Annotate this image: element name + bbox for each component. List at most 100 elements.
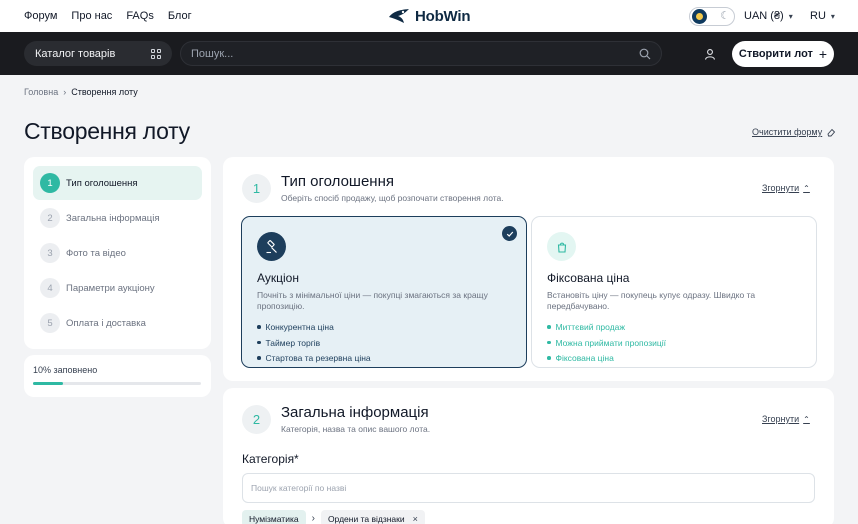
logo-text: HobWin (415, 7, 471, 25)
step-item-payment-delivery[interactable]: 5 Оплата і доставка (33, 306, 202, 340)
collapse-button[interactable]: Згорнути ⌃ (762, 183, 810, 193)
check-icon (502, 226, 517, 241)
category-chip-numismatics[interactable]: Нумізматика (242, 510, 306, 524)
section-number: 1 (242, 174, 271, 203)
listing-type-section: 1 Тип оголошення Оберіть спосіб продажу,… (223, 157, 834, 381)
chip-label: Ордени та відзнаки (327, 513, 405, 524)
feature-text: Миттєвий продаж (555, 322, 626, 333)
gavel-icon (257, 232, 286, 261)
section-title: Тип оголошення (281, 173, 394, 190)
nav-link-blog[interactable]: Блог (168, 10, 192, 22)
breadcrumb-current: Створення лоту (71, 87, 138, 97)
feature-item: Таймер торгів (257, 338, 511, 348)
feature-text: Конкурентна ціна (265, 322, 334, 333)
step-label: Загальна інформація (66, 212, 160, 224)
close-icon[interactable]: × (413, 514, 418, 524)
step-item-photo-video[interactable]: 3 Фото та відео (33, 236, 202, 270)
breadcrumb: Головна › Створення лоту (24, 87, 138, 97)
option-title: Аукціон (257, 271, 299, 285)
step-item-auction-params[interactable]: 4 Параметри аукціону (33, 271, 202, 305)
logo-bird-icon (389, 9, 409, 23)
step-number: 1 (40, 173, 60, 193)
moon-icon: ☾ (720, 10, 730, 22)
step-number: 2 (40, 208, 60, 228)
theme-toggle[interactable]: ☾ (689, 7, 735, 26)
option-description: Почніть з мінімальної ціни — покупці зма… (257, 290, 488, 312)
category-search-input[interactable] (242, 473, 815, 503)
step-label: Параметри аукціону (66, 282, 155, 294)
option-auction[interactable]: Аукціон Почніть з мінімальної ціни — пок… (241, 216, 527, 368)
chip-label: Нумізматика (249, 513, 299, 524)
steps-sidebar: 1 Тип оголошення 2 Загальна інформація 3… (24, 157, 211, 349)
currency-selector[interactable]: UAN (₴) ▾ (744, 10, 793, 22)
search-icon[interactable] (639, 48, 651, 60)
option-title: Фіксована ціна (547, 271, 630, 285)
plus-icon: + (818, 46, 828, 62)
create-lot-button[interactable]: Створити лот + (732, 41, 834, 67)
search-box (180, 41, 662, 66)
bullet-icon (257, 325, 261, 329)
chevron-down-icon: ▾ (788, 11, 793, 21)
clear-form-label: Очистити форму (752, 127, 823, 137)
feature-item: Миттєвий продаж (547, 322, 801, 332)
feature-item: Можна приймати пропозиції (547, 338, 801, 348)
collapse-button[interactable]: Згорнути ⌃ (762, 414, 810, 424)
progress-card: 10% заповнено (24, 355, 211, 397)
feature-text: Фіксована ціна (555, 353, 614, 364)
feature-text: Таймер торгів (265, 337, 321, 348)
option-fixed-price[interactable]: Фіксована ціна Встановіть ціну — покупец… (531, 216, 817, 368)
currency-value: UAN (₴) (744, 10, 784, 22)
collapse-label: Згорнути (762, 183, 800, 193)
top-links: Форум Про нас FAQs Блог (24, 10, 192, 22)
create-lot-label: Створити лот (738, 48, 813, 60)
catalog-button[interactable]: Каталог товарів (24, 41, 172, 66)
breadcrumb-home[interactable]: Головна (24, 87, 58, 97)
language-value: RU (810, 10, 826, 22)
step-item-listing-type[interactable]: 1 Тип оголошення (33, 166, 202, 200)
feature-item: Стартова та резервна ціна (257, 353, 511, 363)
bullet-icon (547, 340, 551, 345)
nav-link-faqs[interactable]: FAQs (126, 10, 154, 22)
nav-link-about[interactable]: Про нас (71, 10, 112, 22)
progress-label: 10% заповнено (33, 365, 98, 375)
user-icon[interactable] (700, 44, 720, 64)
progress-fill (33, 382, 64, 385)
category-chip-orders[interactable]: Ордени та відзнаки × (320, 510, 425, 524)
collapse-label: Згорнути (762, 414, 800, 424)
top-bar: Форум Про нас FAQs Блог HobWin ☾ UAN (₴)… (0, 0, 858, 32)
page-title: Створення лоту (24, 118, 190, 144)
grid-icon (151, 48, 161, 59)
feature-text: Можна приймати пропозиції (555, 337, 667, 348)
category-label: Категорія* (242, 452, 299, 466)
catalog-label: Каталог товарів (35, 47, 116, 60)
clear-form-link[interactable]: Очистити форму (752, 127, 836, 137)
search-input[interactable] (191, 47, 611, 60)
feature-list: Конкурентна ціна Таймер торгів Стартова … (257, 322, 511, 363)
bullet-icon (547, 356, 551, 360)
section-number: 2 (242, 405, 271, 434)
sun-icon (692, 9, 707, 24)
chevron-up-icon: ⌃ (803, 414, 810, 424)
step-number: 4 (40, 278, 60, 298)
bullet-icon (257, 340, 261, 345)
feature-item: Конкурентна ціна (257, 322, 511, 332)
step-label: Тип оголошення (66, 177, 138, 189)
search-bar: Каталог товарів Створити лот + (0, 32, 858, 75)
section-subtitle: Оберіть спосіб продажу, щоб розпочати ст… (281, 193, 504, 203)
section-subtitle: Категорія, назва та опис вашого лота. (281, 424, 431, 434)
step-number: 3 (40, 243, 60, 263)
nav-link-forum[interactable]: Форум (24, 10, 57, 22)
language-selector[interactable]: RU ▾ (810, 10, 835, 22)
logo[interactable]: HobWin (388, 6, 471, 26)
chevron-right-icon: › (311, 513, 315, 524)
chevron-up-icon: ⌃ (803, 183, 810, 193)
category-chips: Нумізматика › Ордени та відзнаки × (242, 510, 425, 524)
feature-text: Стартова та резервна ціна (265, 353, 371, 364)
shopping-bag-icon (547, 232, 576, 261)
feature-list: Миттєвий продаж Можна приймати пропозиці… (547, 322, 801, 363)
step-item-general-info[interactable]: 2 Загальна інформація (33, 201, 202, 235)
eraser-icon (827, 128, 836, 137)
progress-bar (33, 382, 201, 385)
option-description: Встановіть ціну — покупець купує одразу.… (547, 290, 756, 312)
feature-item: Фіксована ціна (547, 353, 801, 363)
